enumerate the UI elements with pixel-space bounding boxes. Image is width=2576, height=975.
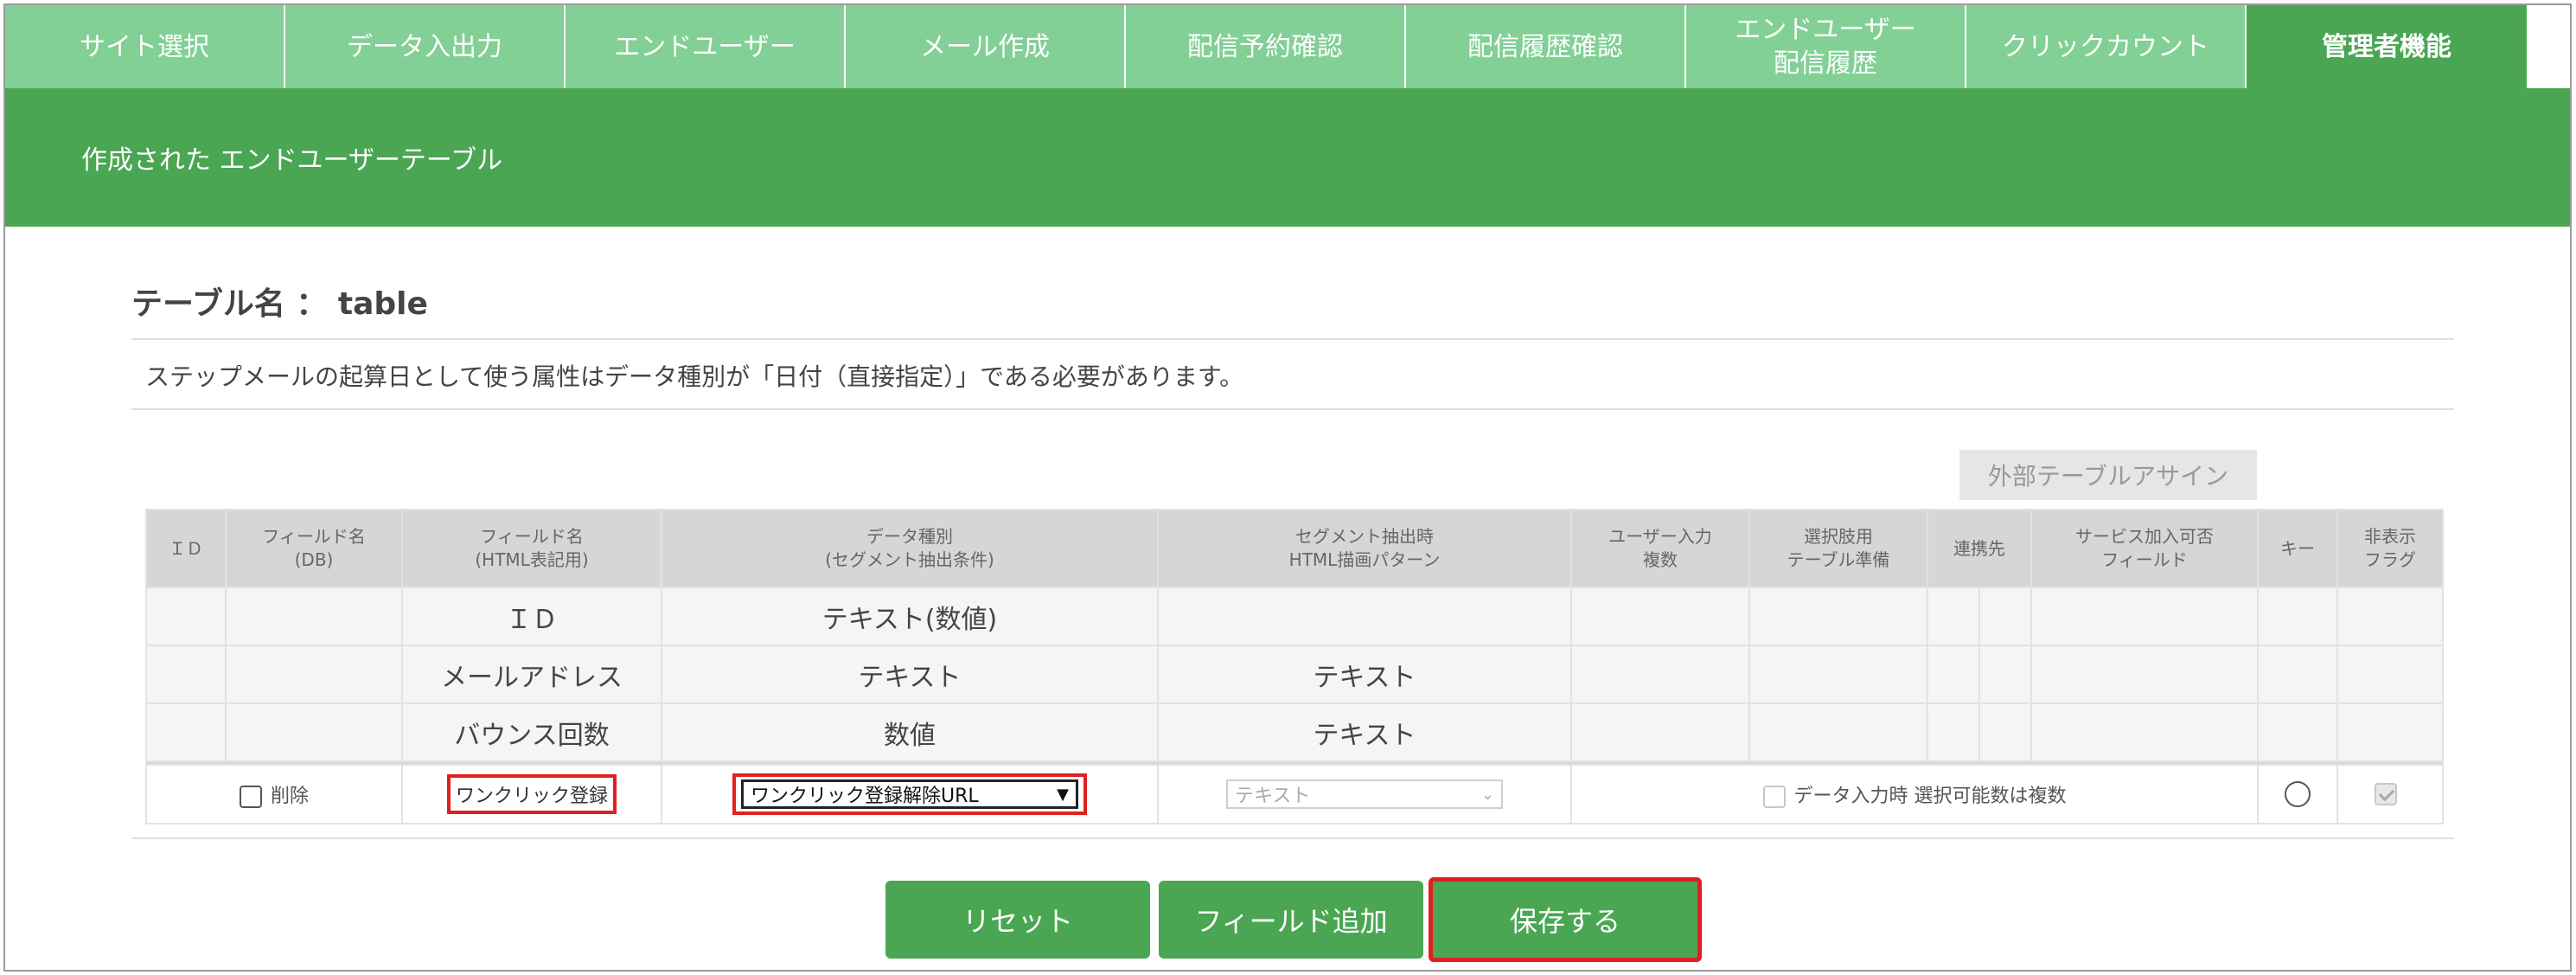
- key-radio[interactable]: [2285, 781, 2311, 807]
- cell-data-type: 数値: [661, 702, 1159, 762]
- table-row: バウンス回数 数値 テキスト: [145, 702, 2444, 762]
- banner-title: 作成された エンドユーザーテーブル: [81, 145, 503, 176]
- tab-data-io[interactable]: データ入出力: [285, 5, 566, 88]
- tab-admin[interactable]: 管理者機能: [2247, 5, 2527, 88]
- tab-delivery-history[interactable]: 配信履歴確認: [1406, 5, 1686, 88]
- multi-input-label: データ入力時 選択可能数は複数: [1793, 786, 2067, 807]
- cell-html-name: バウンス回数: [401, 702, 662, 762]
- save-button[interactable]: 保存する: [1429, 877, 1702, 962]
- header-id: ＩＤ: [145, 509, 227, 588]
- table-header-row: ＩＤ フィールド名 (DB) フィールド名 (HTML表記用) データ種別 (セグメン…: [145, 509, 2444, 588]
- table-row: メールアドレス テキスト テキスト: [145, 645, 2444, 704]
- header-data-type: データ種別 (セグメント抽出条件): [661, 509, 1159, 588]
- hidden-flag-checkbox[interactable]: [2375, 783, 2397, 805]
- header-choice-table: 選択肢用 テーブル準備: [1748, 509, 1928, 588]
- tab-delivery-schedule[interactable]: 配信予約確認: [1126, 5, 1406, 88]
- data-type-cell: ワンクリック登録解除URL ▼: [661, 764, 1159, 824]
- cell-html-name: メールアドレス: [401, 645, 662, 704]
- cell-html-name: ＩＤ: [401, 587, 662, 646]
- render-pattern-select[interactable]: テキスト ⌄: [1226, 779, 1503, 809]
- app-frame: サイト選択 データ入出力 エンドユーザー メール作成 配信予約確認 配信履歴確認…: [3, 3, 2572, 972]
- chevron-down-icon: ▼: [1057, 785, 1069, 804]
- cell-data-type: テキスト: [661, 645, 1159, 704]
- pattern-cell: テキスト ⌄: [1157, 764, 1572, 824]
- divider: [131, 408, 2454, 410]
- divider: [131, 338, 2454, 340]
- header-hidden-flag: 非表示 フラグ: [2336, 509, 2444, 588]
- header-link-target: 連携先: [1927, 509, 2032, 588]
- delete-cell: 削除: [145, 764, 403, 824]
- highlight-box: ワンクリック登録解除URL ▼: [732, 773, 1087, 815]
- header-multi-input: ユーザー入力 複数: [1570, 509, 1750, 588]
- header-service-field: サービス加入可否 フィールド: [2030, 509, 2259, 588]
- header-field-html: フィールド名 (HTML表記用): [401, 509, 662, 588]
- divider: [131, 837, 2454, 839]
- hidden-flag-cell: [2336, 764, 2444, 824]
- header-render-pattern: セグメント抽出時 HTML描画パターン: [1157, 509, 1572, 588]
- external-table-assign-button[interactable]: 外部テーブルアサイン: [1959, 450, 2257, 500]
- field-table: ＩＤ フィールド名 (DB) フィールド名 (HTML表記用) データ種別 (セグメン…: [145, 509, 2444, 824]
- header-field-db: フィールド名 (DB): [225, 509, 403, 588]
- add-field-button[interactable]: フィールド追加: [1159, 881, 1423, 959]
- multi-input-cell: データ入力時 選択可能数は複数: [1570, 764, 2259, 824]
- delete-checkbox[interactable]: [239, 786, 262, 808]
- tab-mail-create[interactable]: メール作成: [846, 5, 1126, 88]
- cell-pattern: テキスト: [1157, 702, 1572, 762]
- highlight-box: ワンクリック登録: [446, 774, 617, 814]
- cell-pattern: テキスト: [1157, 645, 1572, 704]
- delete-label: 削除: [270, 786, 309, 807]
- tab-click-count[interactable]: クリックカウント: [1966, 5, 2247, 88]
- tab-end-user-history[interactable]: エンドユーザー 配信履歴: [1686, 5, 1966, 88]
- html-name-input[interactable]: ワンクリック登録: [456, 780, 608, 808]
- reset-button[interactable]: リセット: [885, 881, 1150, 959]
- new-field-row: 削除 ワンクリック登録 ワンクリック登録解除URL ▼ テキスト ⌄ データ入力時 …: [145, 764, 2444, 824]
- table-name-heading: テーブル名 ： table: [131, 286, 428, 322]
- key-cell: [2257, 764, 2338, 824]
- nav-tabs: サイト選択 データ入出力 エンドユーザー メール作成 配信予約確認 配信履歴確認…: [5, 5, 2528, 88]
- notice-text: ステップメールの起算日として使う属性はデータ種別が「日付（直接指定）」である必要…: [145, 362, 1244, 391]
- tab-site-select[interactable]: サイト選択: [5, 5, 285, 88]
- html-name-cell: ワンクリック登録: [401, 764, 662, 824]
- header-key: キー: [2257, 509, 2338, 588]
- cell-pattern: [1157, 587, 1572, 646]
- tab-end-user[interactable]: エンドユーザー: [566, 5, 846, 88]
- multi-input-checkbox[interactable]: [1762, 786, 1786, 808]
- chevron-down-icon: ⌄: [1480, 785, 1494, 804]
- table-row: ＩＤ テキスト(数値): [145, 587, 2444, 646]
- section-banner: 作成された エンドユーザーテーブル: [5, 88, 2570, 227]
- cell-data-type: テキスト(数値): [661, 587, 1159, 646]
- data-type-select[interactable]: ワンクリック登録解除URL ▼: [741, 779, 1078, 809]
